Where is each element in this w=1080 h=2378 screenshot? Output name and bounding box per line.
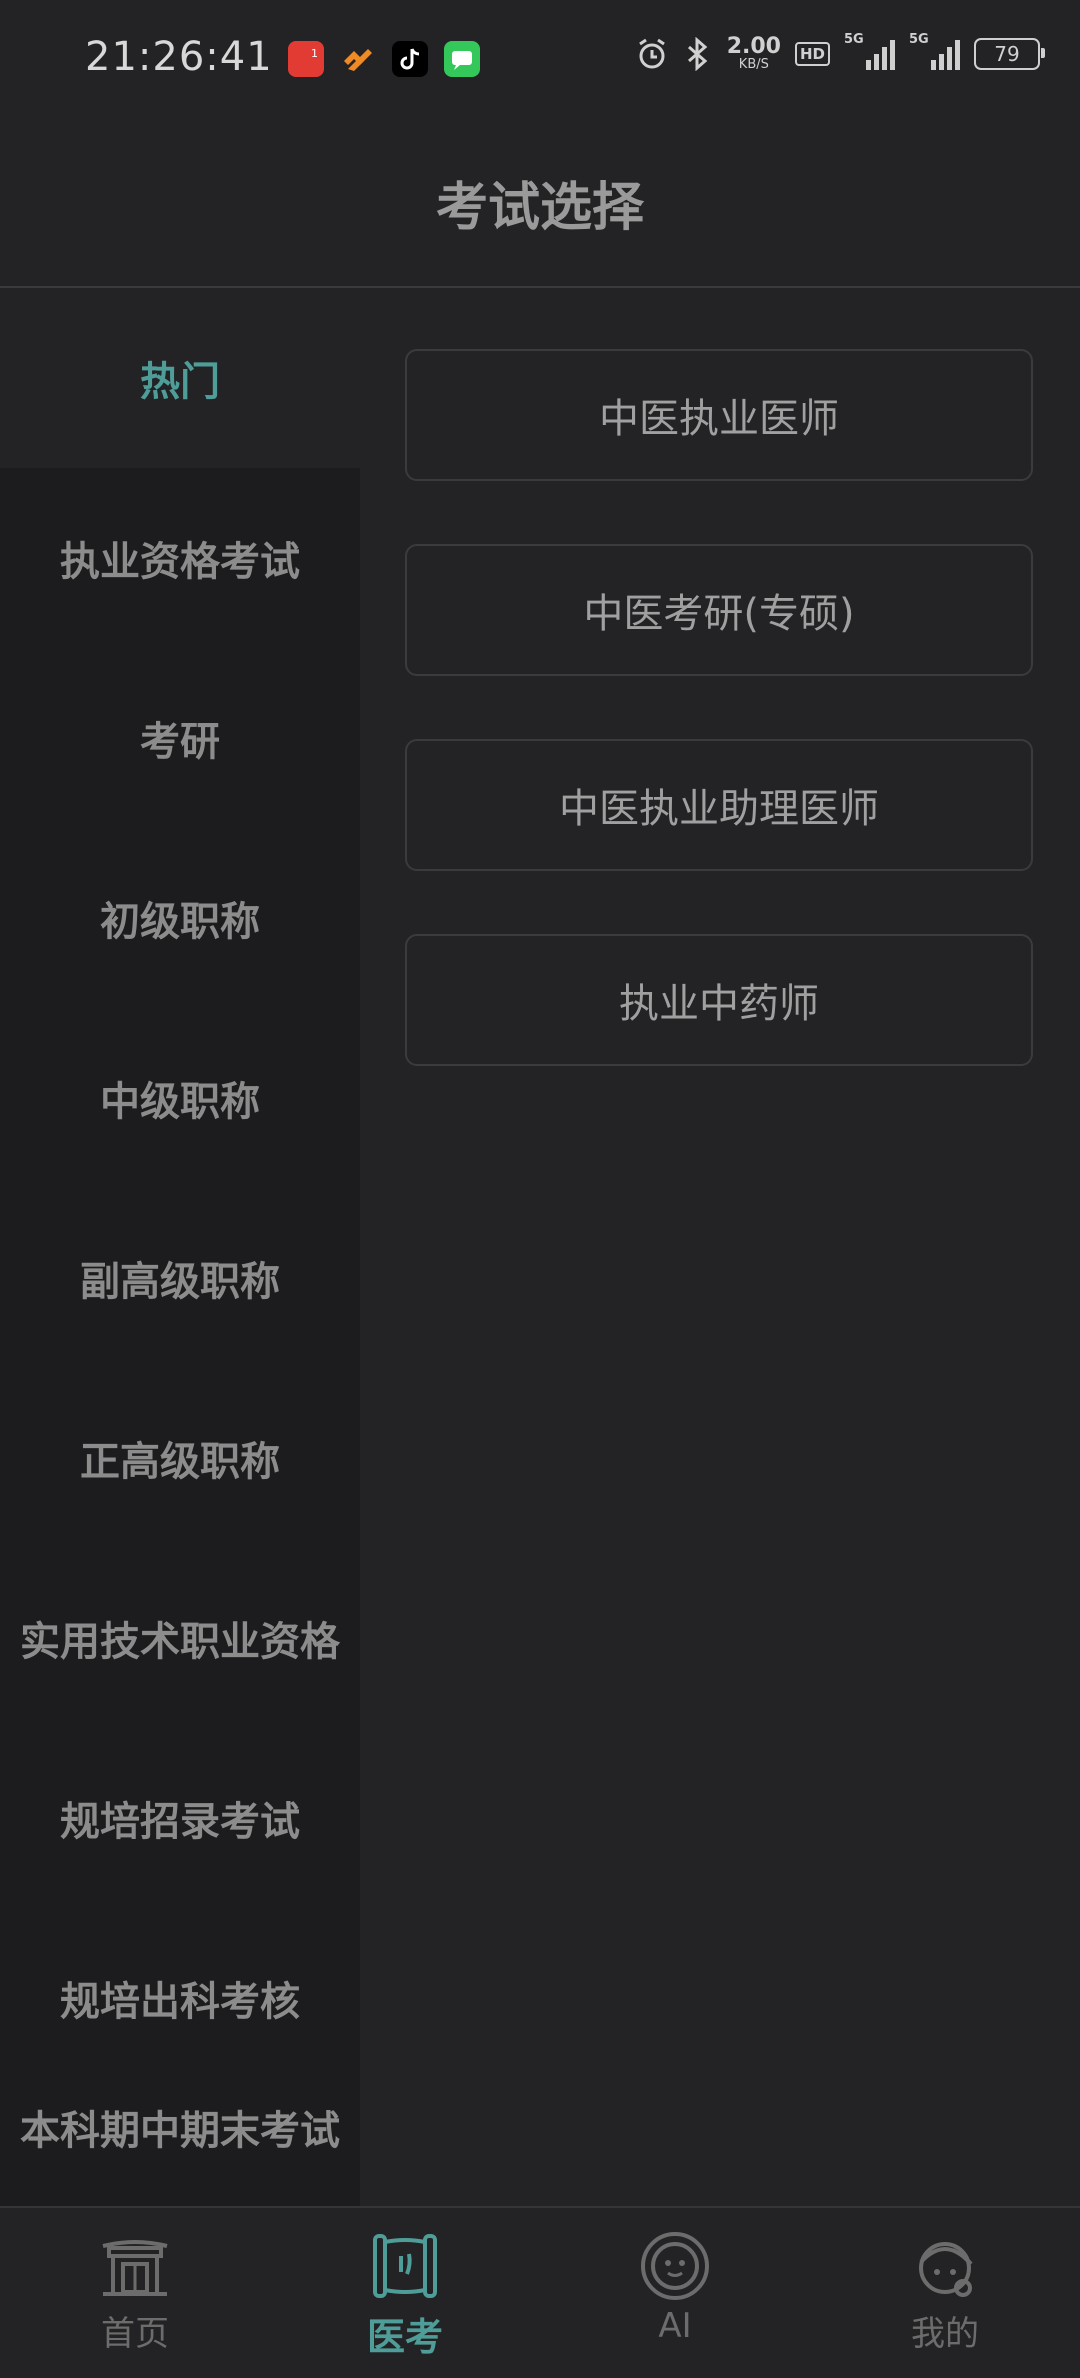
category-item-residency-rotation[interactable]: 规培出科考核 <box>0 1908 360 2088</box>
nav-item-exam[interactable]: 医考 <box>270 2208 540 2378</box>
category-sidebar[interactable]: 热门 执业资格考试 考研 初级职称 中级职称 副高级职称 正高级职称 实用技术职… <box>0 288 360 2206</box>
profile-icon <box>919 2242 973 2297</box>
network-speed-value: 2.00 <box>726 34 781 59</box>
status-bar: 21:26:41 1 2.00 KB/S HD 5G 5G 79 <box>0 0 1080 120</box>
category-item-senior-title[interactable]: 正高级职称 <box>0 1368 360 1548</box>
ai-robot-icon <box>641 2232 709 2300</box>
category-item-junior-title[interactable]: 初级职称 <box>0 828 360 1008</box>
alarm-icon <box>638 38 665 68</box>
category-item-postgraduate[interactable]: 考研 <box>0 648 360 828</box>
music-app-icon <box>340 41 376 77</box>
network-speed-unit: KB/S <box>738 57 769 72</box>
hd-badge: HD <box>794 41 830 66</box>
category-item-intermediate-title[interactable]: 中级职称 <box>0 1008 360 1188</box>
bluetooth-icon <box>687 36 707 71</box>
signal-1-label: 5G <box>844 31 864 47</box>
network-speed: 2.00 KB/S <box>726 34 781 72</box>
nav-label-home: 首页 <box>101 2314 169 2354</box>
battery-icon: 79 <box>974 37 1045 70</box>
exam-option-tcm-assistant-physician[interactable]: 中医执业助理医师 <box>405 739 1033 871</box>
signal-2-icon: 5G <box>909 32 960 70</box>
signal-2-label: 5G <box>909 31 929 47</box>
category-item-residency-recruitment[interactable]: 规培招录考试 <box>0 1728 360 1908</box>
message-app-icon <box>444 41 480 77</box>
exam-option-tcm-postgraduate[interactable]: 中医考研(专硕) <box>405 544 1033 676</box>
scroll-icon <box>373 2234 437 2298</box>
category-item-hot[interactable]: 热门 <box>0 288 360 468</box>
page-title: 考试选择 <box>435 177 644 238</box>
nav-item-profile[interactable]: 我的 <box>810 2208 1080 2378</box>
nav-label-profile: 我的 <box>911 2314 979 2354</box>
tiktok-icon <box>392 41 428 77</box>
nav-item-home[interactable]: 首页 <box>0 2208 270 2378</box>
category-item-licensing-exam[interactable]: 执业资格考试 <box>0 468 360 648</box>
category-item-practical-skills[interactable]: 实用技术职业资格 <box>0 1548 360 1728</box>
battery-level: 79 <box>994 41 1020 66</box>
category-item-associate-senior-title[interactable]: 副高级职称 <box>0 1188 360 1368</box>
nav-item-ai[interactable]: AI <box>540 2208 810 2378</box>
notification-icons: 1 <box>288 41 480 77</box>
system-icons: 2.00 KB/S HD 5G 5G 79 <box>635 32 1045 72</box>
home-gate-icon <box>102 2240 168 2296</box>
status-time: 21:26:41 <box>85 34 273 80</box>
exam-option-licensed-pharmacist[interactable]: 执业中药师 <box>405 934 1033 1066</box>
nav-label-exam: 医考 <box>366 2315 443 2359</box>
signal-1-icon: 5G <box>844 32 895 70</box>
notification-badge: 1 <box>311 47 318 60</box>
exam-option-tcm-physician[interactable]: 中医执业医师 <box>405 349 1033 481</box>
category-item-undergraduate-exam[interactable]: 本科期中期末考试 <box>0 2088 360 2206</box>
nav-label-ai: AI <box>658 2306 692 2346</box>
notification-app-icon: 1 <box>288 41 324 77</box>
bottom-nav: 首页 医考 AI 我的 <box>0 2206 1080 2378</box>
